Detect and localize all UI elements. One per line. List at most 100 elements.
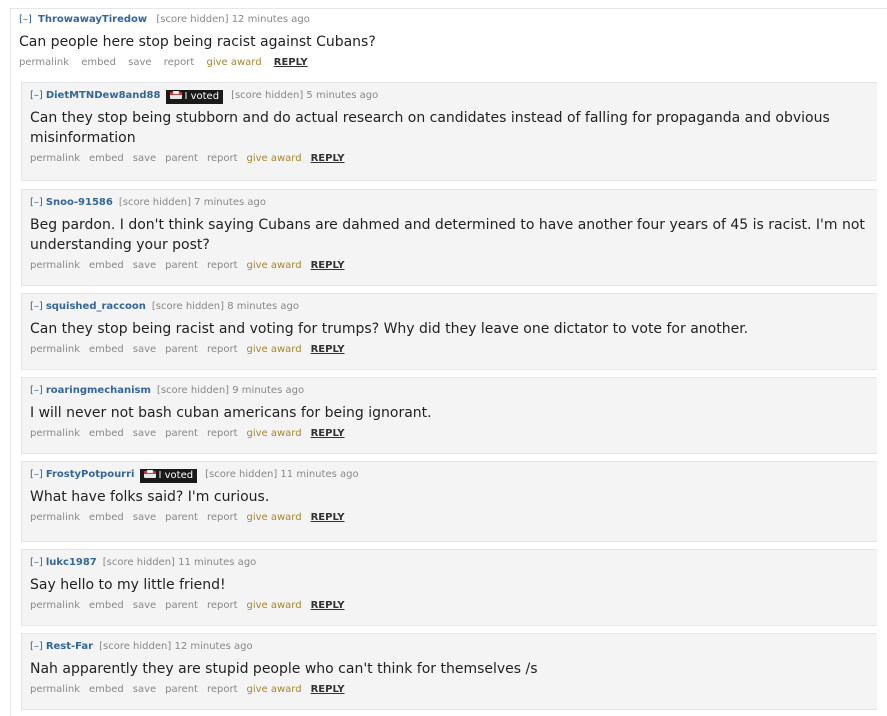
comment-body: Beg pardon. I don't think saying Cubans …	[30, 217, 865, 253]
reply-link[interactable]: REPLY	[311, 344, 345, 355]
comment-time: 11 minutes ago	[178, 557, 257, 568]
embed-link[interactable]: embed	[89, 600, 124, 611]
permalink-link[interactable]: permalink	[30, 684, 80, 695]
collapse-toggle[interactable]: [–]	[30, 197, 43, 208]
give-award-link[interactable]: give award	[247, 512, 302, 523]
permalink-link[interactable]: permalink	[30, 600, 80, 611]
embed-link[interactable]: embed	[81, 57, 116, 68]
save-link[interactable]: save	[133, 684, 156, 695]
embed-link[interactable]: embed	[89, 512, 124, 523]
comment-author[interactable]: roaringmechanism	[46, 385, 151, 396]
collapse-toggle[interactable]: [–]	[30, 385, 43, 396]
comment-body: Say hello to my little friend!	[30, 577, 226, 593]
save-link[interactable]: save	[133, 260, 156, 271]
embed-link[interactable]: embed	[89, 260, 124, 271]
permalink-link[interactable]: permalink	[30, 344, 80, 355]
give-award-link[interactable]: give award	[247, 600, 302, 611]
parent-link[interactable]: parent	[165, 684, 198, 695]
comment-author[interactable]: Rest-Far	[46, 641, 93, 652]
comment-tagline: [–] Rest-Far [score hidden] 12 minutes ago	[30, 640, 877, 654]
comment-author[interactable]: squished_raccoon	[46, 301, 146, 312]
reply-link[interactable]: REPLY	[311, 428, 345, 439]
save-link[interactable]: save	[133, 153, 156, 164]
give-award-link[interactable]: give award	[247, 344, 302, 355]
embed-link[interactable]: embed	[89, 684, 124, 695]
comment-score: [score hidden]	[102, 557, 175, 568]
collapse-toggle[interactable]: [–]	[19, 14, 32, 25]
comment-score: [score hidden]	[99, 641, 172, 652]
comment-body: Can people here stop being racist agains…	[19, 34, 376, 50]
comment-time: 11 minutes ago	[280, 469, 359, 480]
report-link[interactable]: report	[207, 428, 238, 439]
save-link[interactable]: save	[133, 344, 156, 355]
report-link[interactable]: report	[207, 153, 238, 164]
collapse-toggle[interactable]: [–]	[30, 641, 43, 652]
report-link[interactable]: report	[207, 260, 238, 271]
reply-link[interactable]: REPLY	[311, 260, 345, 271]
parent-link[interactable]: parent	[165, 344, 198, 355]
give-award-link[interactable]: give award	[206, 57, 261, 68]
give-award-link[interactable]: give award	[247, 428, 302, 439]
comment-score: [score hidden]	[231, 90, 304, 101]
comment-score: [score hidden]	[151, 301, 225, 312]
give-award-link[interactable]: give award	[247, 153, 302, 164]
comment-time: 12 minutes ago	[231, 14, 310, 25]
user-flair: I voted	[140, 469, 198, 483]
report-link[interactable]: report	[207, 600, 238, 611]
reply-link[interactable]: REPLY	[311, 153, 345, 164]
comment-time: 8 minutes ago	[227, 301, 300, 312]
comment-author[interactable]: FrostyPotpourri	[46, 469, 135, 480]
permalink-link[interactable]: permalink	[30, 512, 80, 523]
reply-comment: [–] Rest-Far [score hidden] 12 minutes ago…	[21, 633, 877, 710]
embed-link[interactable]: embed	[89, 153, 124, 164]
permalink-link[interactable]: permalink	[30, 153, 80, 164]
collapse-toggle[interactable]: [–]	[30, 469, 43, 480]
parent-link[interactable]: parent	[165, 428, 198, 439]
comment-body: What have folks said? I'm curious.	[30, 489, 270, 505]
save-link[interactable]: save	[128, 57, 151, 68]
report-link[interactable]: report	[207, 684, 238, 695]
comment-author[interactable]: Snoo-91586	[46, 197, 113, 208]
comment-author[interactable]: lukc1987	[46, 557, 97, 568]
comment-tagline: [–] Snoo-91586 [score hidden] 7 minutes ag…	[30, 196, 877, 210]
give-award-link[interactable]: give award	[247, 684, 302, 695]
reply-link[interactable]: REPLY	[311, 600, 345, 611]
reply-comment: [–] DietMTNDew8and88 I voted [score hidden]…	[21, 82, 877, 181]
comment-buttons: permalink embed save report give award R…	[19, 56, 887, 70]
reply-link[interactable]: REPLY	[274, 57, 308, 68]
parent-link[interactable]: parent	[165, 512, 198, 523]
comment-buttons: permalink embed save parent report give award…	[30, 259, 877, 273]
parent-link[interactable]: parent	[165, 260, 198, 271]
reply-link[interactable]: REPLY	[311, 684, 345, 695]
reply-link[interactable]: REPLY	[311, 512, 345, 523]
permalink-link[interactable]: permalink	[30, 428, 80, 439]
report-link[interactable]: report	[164, 57, 195, 68]
parent-link[interactable]: parent	[165, 153, 198, 164]
permalink-link[interactable]: permalink	[19, 57, 69, 68]
comment-time: 5 minutes ago	[306, 90, 379, 101]
reply-comment: [–] FrostyPotpourri I voted [score hidden] …	[21, 461, 877, 542]
comment-body: Can they stop being racist and voting fo…	[30, 321, 749, 337]
save-link[interactable]: save	[133, 600, 156, 611]
save-link[interactable]: save	[133, 428, 156, 439]
reply-comment: [–] squished_raccoon [score hidden] 8 minu…	[21, 293, 877, 370]
embed-link[interactable]: embed	[89, 344, 124, 355]
comment-author[interactable]: ThrowawayTiredow	[38, 14, 147, 25]
save-link[interactable]: save	[133, 512, 156, 523]
embed-link[interactable]: embed	[89, 428, 124, 439]
comment-score: [score hidden]	[156, 385, 230, 396]
reply-comment: [–] Snoo-91586 [score hidden] 7 minutes ag…	[21, 189, 877, 286]
comment-tagline: [–] DietMTNDew8and88 I voted [score hidden]…	[30, 89, 877, 104]
collapse-toggle[interactable]: [–]	[30, 557, 43, 568]
comment-tagline: [–] roaringmechanism [score hidden] 9 minu…	[30, 384, 877, 398]
comment-author[interactable]: DietMTNDew8and88	[46, 90, 161, 101]
collapse-toggle[interactable]: [–]	[30, 90, 43, 101]
give-award-link[interactable]: give award	[247, 260, 302, 271]
collapse-toggle[interactable]: [–]	[30, 301, 43, 312]
ballot-icon	[144, 470, 157, 478]
report-link[interactable]: report	[207, 344, 238, 355]
user-flair: I voted	[166, 90, 224, 104]
parent-link[interactable]: parent	[165, 600, 198, 611]
permalink-link[interactable]: permalink	[30, 260, 80, 271]
report-link[interactable]: report	[207, 512, 238, 523]
